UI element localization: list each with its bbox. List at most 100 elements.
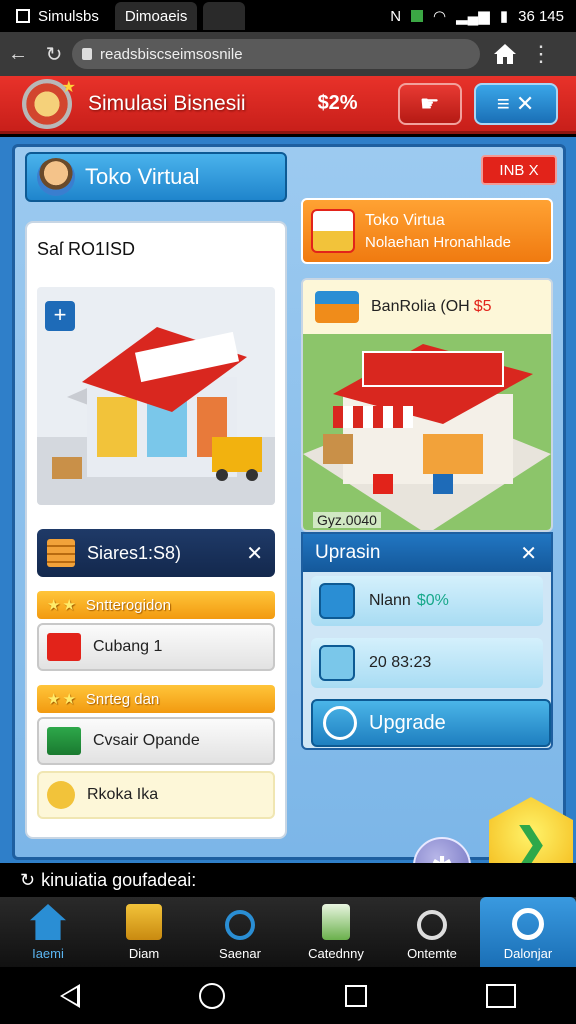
- upgrade-panel: Uprasin ✕ Nlann $0% 20 83:23 Upgrade: [301, 532, 553, 750]
- notice-banner[interactable]: Toko Virtua Nolaehan Hronahlade: [301, 198, 553, 264]
- add-button[interactable]: +: [45, 301, 75, 331]
- upgrade-button[interactable]: Upgrade: [311, 699, 551, 747]
- settings-button[interactable]: ≡ ✕: [473, 82, 558, 125]
- nav-search[interactable]: Saenar: [192, 897, 288, 967]
- item-upgrade[interactable]: Cvsair Opande: [37, 717, 275, 765]
- system-home-icon[interactable]: [199, 982, 226, 1009]
- upgrade-title: Uprasin: [315, 542, 381, 563]
- keyboard-icon[interactable]: [486, 983, 517, 1008]
- shop-illustration: +: [37, 287, 275, 505]
- box-icon: [47, 633, 81, 661]
- nav-home-label: Iaemi: [32, 946, 64, 961]
- stars-icon: ★★: [47, 597, 78, 614]
- status-time: 36 145: [518, 7, 564, 25]
- monitor-icon: [319, 583, 355, 619]
- signal-icon: ▂▄▆: [456, 8, 490, 25]
- ribbon-1-label: Sntterogidon: [85, 596, 171, 614]
- overflow-menu-icon[interactable]: ⋮: [530, 41, 552, 67]
- star-icon: ★: [61, 78, 76, 96]
- browser-tab-1[interactable]: Simulsbs: [6, 2, 109, 30]
- upgrade-button-label: Upgrade: [369, 711, 446, 734]
- game-board: Toko Virtual INB X Saſ RO1ISD + Siares1:…: [12, 144, 573, 895]
- app-header: ★ Simulasi Bisnesii $2% ☛ ≡ ✕: [0, 76, 576, 134]
- stars-icon: ★★: [47, 691, 78, 708]
- coin-stack-icon: [47, 539, 75, 567]
- tab-2-label: Dimoaeis: [124, 7, 188, 25]
- storefront-icon: [303, 344, 551, 530]
- notice-text: Toko Virtua Nolaehan Hronahlade: [365, 212, 511, 251]
- app-logo: ★: [22, 78, 76, 129]
- upgrade-row-2[interactable]: 20 83:23: [311, 638, 543, 688]
- home-icon: [30, 904, 66, 940]
- nav-settings[interactable]: Dalonjar: [480, 897, 576, 967]
- share-button[interactable]: ☛: [397, 82, 462, 125]
- tab-1-label: Simulsbs: [38, 7, 99, 25]
- store-caption: Gyz.0040: [313, 512, 381, 528]
- balance-display: $2%: [317, 92, 358, 114]
- sales-stat-label: Siares1:S8): [87, 542, 182, 563]
- strategy-ribbon-2: ★★ Snrteg dan: [37, 685, 275, 713]
- browser-url-bar: ← ↻ readsbiscseimsosnile ⋮: [0, 32, 576, 76]
- nav-category-label: Catednny: [308, 946, 364, 961]
- close-icon[interactable]: ✕: [246, 541, 263, 566]
- shop-badge-icon: [311, 209, 355, 253]
- store-card[interactable]: BanRolia (OH $5 Gyz.0040: [301, 278, 553, 532]
- shop-title: Toko Virtual: [85, 164, 200, 189]
- battery-icon: ▮: [499, 8, 509, 25]
- gear-icon: [512, 908, 544, 940]
- back-arrow-icon[interactable]: ←: [0, 43, 36, 66]
- reload-icon[interactable]: ↻: [36, 42, 72, 67]
- notice-line-2: Nolaehan Hronahlade: [365, 233, 511, 251]
- shopkeeper-avatar: [37, 158, 75, 196]
- item-2-label: Cvsair Opande: [93, 732, 200, 749]
- nav-home[interactable]: Iaemi: [0, 897, 96, 967]
- shop-title-bar[interactable]: Toko Virtual: [25, 152, 287, 202]
- refresh-icon: ↻: [20, 869, 36, 890]
- system-nav-bar: [0, 967, 576, 1024]
- item-warehouse[interactable]: Cubang 1: [37, 623, 275, 671]
- ribbon-2-label: Snrteg dan: [85, 690, 160, 708]
- nav-stats[interactable]: Ontemte: [384, 897, 480, 967]
- store-illustration: Gyz.0040: [303, 334, 551, 530]
- app-notification-icon: [411, 10, 424, 22]
- notification-letter: N: [390, 7, 402, 25]
- lock-icon: [82, 48, 92, 60]
- sales-stat-bar[interactable]: Siares1:S8) ✕: [37, 529, 275, 577]
- wifi-icon: ◠: [433, 8, 447, 25]
- main-panel: Toko Virtual INB X Saſ RO1ISD + Siares1:…: [0, 137, 576, 895]
- url-input[interactable]: readsbiscseimsosnile: [72, 39, 480, 69]
- close-icon[interactable]: ✕: [520, 541, 537, 566]
- browser-tab-2[interactable]: Dimoaeis: [114, 2, 198, 30]
- list-settings-icon: ≡ ✕: [496, 90, 535, 116]
- notice-line-1: Toko Virtua: [365, 211, 445, 229]
- shop-details-card: Saſ RO1ISD + Siares1:S8) ✕ ★★ Sntterogid…: [25, 221, 287, 839]
- bottom-navigation: Iaemi Diam Saenar Catednny Ontemte Dalon…: [0, 897, 576, 967]
- news-ticker: ↻ kinuiatia goufadeai:: [0, 863, 576, 897]
- nav-items-label: Diam: [128, 946, 160, 961]
- index-close-button[interactable]: INB X: [481, 155, 557, 185]
- url-text: readsbiscseimsosnile: [100, 45, 243, 63]
- upgrade-row-1[interactable]: Nlann $0%: [311, 576, 543, 626]
- box-icon: [126, 904, 162, 940]
- chevron-right-icon: ❯: [514, 821, 548, 865]
- search-icon: [225, 910, 255, 940]
- strategy-ribbon-1: ★★ Sntterogidon: [37, 591, 275, 619]
- status-icons: N ◠ ▂▄▆ ▮ 36 145: [390, 7, 576, 26]
- ticker-text: kinuiatia goufadeai:: [41, 869, 197, 890]
- nav-items[interactable]: Diam: [96, 897, 192, 967]
- nav-settings-label: Dalonjar: [503, 946, 553, 961]
- system-back-icon[interactable]: [59, 983, 80, 1008]
- upgrade-row-1-label: Nlann: [369, 592, 411, 609]
- system-recents-icon[interactable]: [344, 984, 367, 1007]
- share-icon: ☛: [419, 90, 440, 116]
- item-3-label: Rkoka Ika: [87, 786, 159, 803]
- nav-stats-label: Ontemte: [407, 946, 457, 961]
- browser-tab-3[interactable]: [203, 2, 246, 30]
- gauge-icon: [417, 910, 447, 940]
- item-1-label: Cubang 1: [93, 638, 163, 655]
- store-card-header: BanRolia (OH $5: [303, 280, 551, 334]
- home-icon[interactable]: [492, 42, 518, 66]
- item-promo[interactable]: Rkoka Ika: [37, 771, 275, 819]
- nav-category[interactable]: Catednny: [288, 897, 384, 967]
- cash-icon: [47, 727, 81, 755]
